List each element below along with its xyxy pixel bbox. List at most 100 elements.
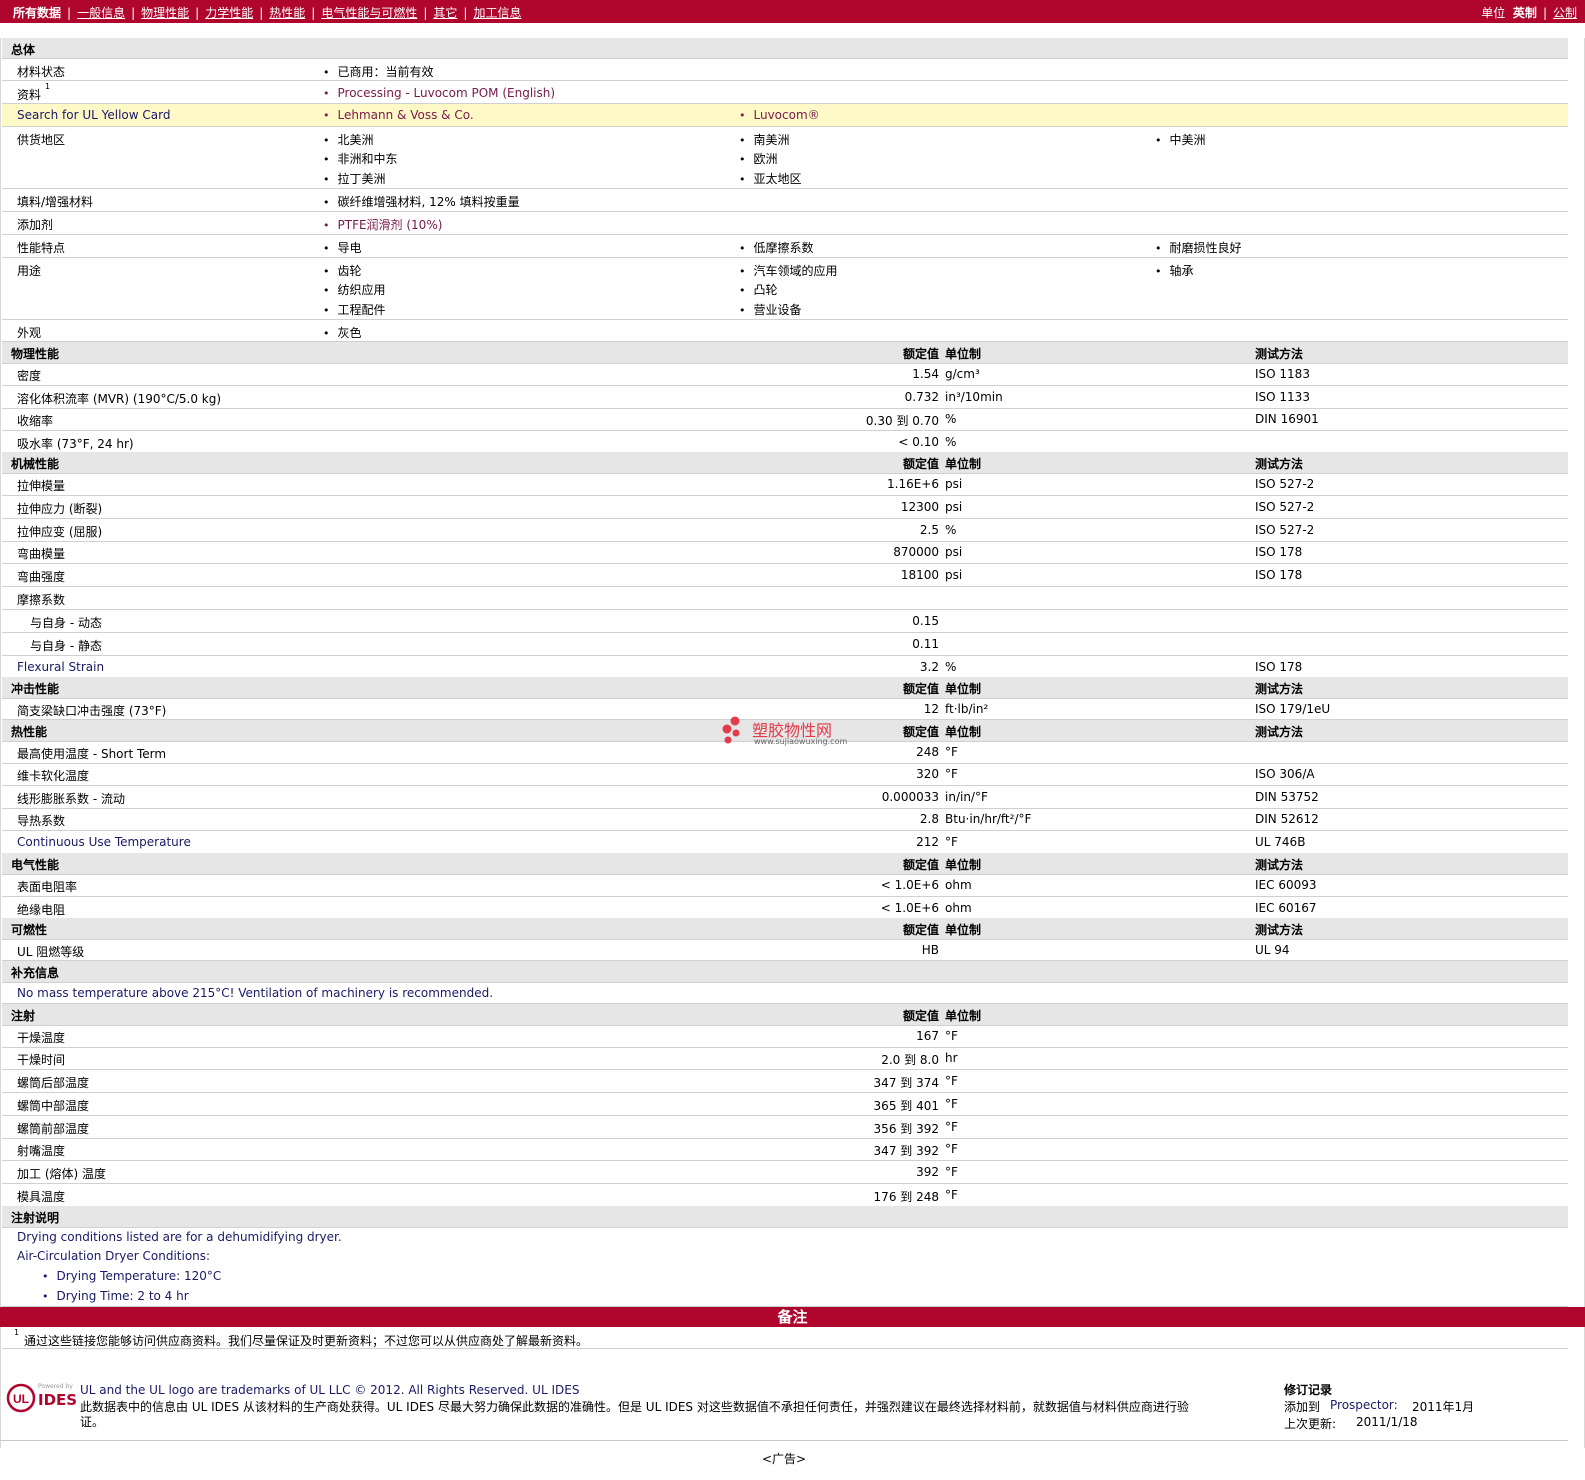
mechanical-row-value: 3.2 [919,660,939,674]
notes-footnote: 1 [14,1328,19,1343]
feature-item: 耐磨损性良好 [1155,239,1242,256]
mechanical-row-label: 弯曲模量 [17,547,66,561]
use-item: 汽车领域的应用 [739,262,838,279]
injection-notes-section: 注射说明 [2,1206,1568,1228]
features-row: 性能特点 导电 低摩擦系数 耐磨损性良好 [2,235,1568,258]
mechanical-section: 机械性能 额定值 单位制 测试方法 [2,452,1568,474]
mechanical-section-nominal-header: 额定值 [902,457,939,471]
electrical-section-title: 电气性能 [11,858,60,872]
watermark-url: www.sujiaowuxing.com [754,737,848,746]
revision-updated-label: 上次更新: [1284,1417,1337,1431]
region-item: 欧洲 [739,150,778,167]
injection-row-unit: °F [945,1165,958,1179]
watermark: 塑胶物性网 www.sujiaowuxing.com [722,715,847,748]
physical-row-label: 溶化体积流率 (MVR) (190°C/5.0 kg) [17,392,222,406]
thermal-row: 线形膨胀系数 - 流动 0.000033 in/in/°F DIN 53752 [2,786,1568,809]
region-item: 亚太地区 [739,170,802,187]
mechanical-row-unit: psi [945,477,963,491]
nav-other[interactable]: 其它 [433,6,457,20]
injection-note-line2: Air-Circulation Dryer Conditions: [17,1249,211,1263]
mechanical-row-label: 摩擦系数 [17,593,66,607]
physical-row-method: DIN 16901 [1255,412,1319,426]
mechanical-row-value: 0.11 [912,637,939,651]
notes-footnote-marker: 1 [14,1328,20,1337]
thermal-row-label: 线形膨胀系数 - 流动 [17,792,125,806]
unit-switch: 单位 英制 | 公制 [1481,6,1577,20]
mechanical-row-label: 拉伸应变 (屈服) [17,525,103,539]
injection-row-unit: hr [945,1051,958,1065]
footer-disclaimer: 此数据表中的信息由 UL IDES 从该材料的生产商处获得。UL IDES 尽最… [80,1400,1189,1414]
injection-row-unit: °F [945,1142,958,1156]
ul-yellow-card-label[interactable]: Search for UL Yellow Card [17,108,170,122]
nav-all-data[interactable]: 所有数据 [13,6,61,20]
mechanical-row-value: 870000 [893,545,939,559]
thermal-row-value: 0.000033 [881,790,939,804]
injection-row-label: 模具温度 [17,1190,66,1204]
region-item: 拉丁美洲 [323,170,386,187]
physical-row: 收缩率 0.30 到 0.70% DIN 16901 [2,408,1568,431]
physical-row-value: 0.732 [904,390,939,404]
documents-link[interactable]: Processing - Luvocom POM (English) [323,86,556,100]
revision-title: 修订记录 [1284,1383,1333,1397]
electrical-row-value: < 1.0E+6 [880,878,939,892]
mechanical-row-unit: % [945,660,957,674]
mechanical-row-method: ISO 178 [1255,568,1303,582]
logo-ul-text: UL [13,1392,29,1406]
mechanical-row-unit: psi [945,568,963,582]
impact-row-label: 简支梁缺口冲击强度 (73°F) [17,704,167,718]
nav-electrical[interactable]: 电气性能与可燃性 [321,6,417,20]
unit-metric[interactable]: 公制 [1553,6,1577,20]
mechanical-row-label: 与自身 - 静态 [30,639,102,653]
unit-english[interactable]: 英制 [1513,6,1537,20]
mechanical-row: 拉伸模量 1.16E+6 psi ISO 527-2 [2,473,1568,496]
injection-section: 注射 额定值 单位制 [2,1004,1568,1026]
injection-section-nominal-header: 额定值 [902,1009,939,1023]
documents-label: 资料 [17,88,42,102]
thermal-row-label: Continuous Use Temperature [17,835,191,849]
nav-general-info[interactable]: 一般信息 [77,6,125,20]
electrical-row: 表面电阻率 < 1.0E+6 ohm IEC 60093 [2,874,1568,897]
thermal-row-value: 320 [916,767,939,781]
mechanical-row-method: ISO 527-2 [1255,477,1315,491]
flammability-row-method: UL 94 [1255,943,1290,957]
footer-trademark: UL and the UL logo are trademarks of UL … [80,1383,580,1397]
thermal-row-value: 248 [916,745,939,759]
physical-row-method: ISO 1183 [1255,367,1310,381]
additive-label: 添加剂 [17,218,54,232]
injection-notes-row: Drying conditions listed are for a dehum… [2,1227,1568,1307]
injection-row-value: 365 到 401 [873,1099,939,1113]
injection-row-label: 加工 (熔体) 温度 [17,1167,106,1181]
material-status-value: 已商用：当前有效 [323,63,434,80]
injection-section-title: 注射 [11,1009,36,1023]
revision-added-link[interactable]: Prospector: [1330,1398,1398,1412]
physical-row: 溶化体积流率 (MVR) (190°C/5.0 kg) 0.732 in³/10mi… [2,386,1568,409]
physical-row: 密度 1.54 g/cm³ ISO 1183 [2,363,1568,386]
region-label: 供货地区 [17,133,66,147]
mechanical-row-label: 弯曲强度 [17,570,66,584]
appearance-row: 外观 灰色 [2,320,1568,342]
thermal-row-label: 维卡软化温度 [17,769,90,783]
electrical-section-method-header: 测试方法 [1255,858,1304,872]
documents-footnote-marker: 1 [45,82,51,91]
uses-row: 用途 齿轮 汽车领域的应用 轴承纺织应用 凸轮工程配件 营业设备 [2,258,1568,320]
mechanical-section-title: 机械性能 [11,457,60,471]
injection-section-unit-header: 单位制 [945,1009,982,1023]
nav-thermal[interactable]: 热性能 [269,6,305,20]
nav-physical[interactable]: 物理性能 [141,6,189,20]
material-status-row: 材料状态 已商用：当前有效 [2,59,1568,81]
nav-mechanical[interactable]: 力学性能 [205,6,253,20]
impact-section-method-header: 测试方法 [1255,682,1304,696]
injection-row-value: 356 到 392 [873,1122,939,1136]
injection-row: 螺筒后部温度 347 到 374 °F [2,1070,1568,1093]
flammability-row-value: HB [921,943,939,957]
impact-section-nominal-header: 额定值 [902,682,939,696]
ul-brand-link[interactable]: Luvocom® [739,108,820,122]
appearance-label: 外观 [17,326,42,340]
physical-row-value: < 0.10 [898,435,939,449]
revision-added-label: 添加到 [1284,1400,1321,1414]
injection-row: 螺筒中部温度 365 到 401 °F [2,1093,1568,1116]
ul-supplier-link[interactable]: Lehmann & Voss & Co. [323,108,474,122]
nav-processing[interactable]: 加工信息 [473,6,521,20]
thermal-row-value: 212 [916,835,939,849]
injection-row: 加工 (熔体) 温度 392 °F [2,1161,1568,1184]
